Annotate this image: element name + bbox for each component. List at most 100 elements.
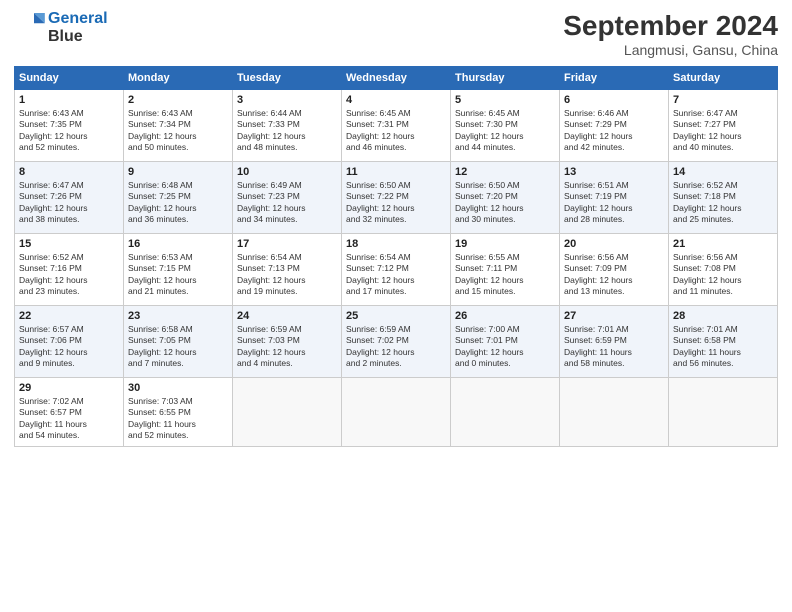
day-info: Sunrise: 6:48 AMSunset: 7:25 PMDaylight:… (128, 180, 228, 226)
calendar-week-row: 1 Sunrise: 6:43 AMSunset: 7:35 PMDaylight… (15, 90, 778, 162)
day-number: 3 (237, 94, 337, 106)
logo-line1: General (48, 10, 108, 28)
col-monday: Monday (124, 67, 233, 90)
table-row: 25 Sunrise: 6:59 AMSunset: 7:02 PMDayligh… (342, 306, 451, 378)
table-row (560, 378, 669, 447)
table-row: 5 Sunrise: 6:45 AMSunset: 7:30 PMDaylight… (451, 90, 560, 162)
location: Langmusi, Gansu, China (563, 42, 778, 58)
table-row: 26Sunrise: 7:00 AMSunset: 7:01 PMDayligh… (451, 306, 560, 378)
calendar-week-row: 15 Sunrise: 6:52 AMSunset: 7:16 PMDayligh… (15, 234, 778, 306)
table-row: 22 Sunrise: 6:57 AMSunset: 7:06 PMDayligh… (15, 306, 124, 378)
table-row (669, 378, 778, 447)
day-number: 11 (346, 166, 446, 178)
day-info: Sunrise: 6:54 AMSunset: 7:13 PMDaylight:… (237, 252, 337, 298)
logo: General Blue (14, 10, 108, 45)
table-row: 14Sunrise: 6:52 AMSunset: 7:18 PMDayligh… (669, 162, 778, 234)
calendar-week-row: 8 Sunrise: 6:47 AMSunset: 7:26 PMDaylight… (15, 162, 778, 234)
table-row (233, 378, 342, 447)
day-number: 1 (19, 94, 119, 106)
day-info: Sunrise: 6:43 AMSunset: 7:35 PMDaylight:… (19, 108, 119, 154)
day-info: Sunrise: 6:55 AMSunset: 7:11 PMDaylight:… (455, 252, 555, 298)
month-title: September 2024 (563, 10, 778, 42)
col-sunday: Sunday (15, 67, 124, 90)
day-info: Sunrise: 6:45 AMSunset: 7:31 PMDaylight:… (346, 108, 446, 154)
table-row: 17 Sunrise: 6:54 AMSunset: 7:13 PMDayligh… (233, 234, 342, 306)
table-row: 27Sunrise: 7:01 AMSunset: 6:59 PMDayligh… (560, 306, 669, 378)
day-info: Sunrise: 7:01 AMSunset: 6:58 PMDaylight:… (673, 324, 773, 370)
logo-icon (16, 10, 46, 40)
table-row: 4 Sunrise: 6:45 AMSunset: 7:31 PMDaylight… (342, 90, 451, 162)
day-number: 22 (19, 310, 119, 322)
table-row: 15 Sunrise: 6:52 AMSunset: 7:16 PMDayligh… (15, 234, 124, 306)
day-info: Sunrise: 6:50 AMSunset: 7:20 PMDaylight:… (455, 180, 555, 226)
day-info: Sunrise: 6:56 AMSunset: 7:09 PMDaylight:… (564, 252, 664, 298)
day-number: 21 (673, 238, 773, 250)
day-info: Sunrise: 6:49 AMSunset: 7:23 PMDaylight:… (237, 180, 337, 226)
day-info: Sunrise: 6:50 AMSunset: 7:22 PMDaylight:… (346, 180, 446, 226)
day-number: 8 (19, 166, 119, 178)
day-info: Sunrise: 6:47 AMSunset: 7:26 PMDaylight:… (19, 180, 119, 226)
day-number: 17 (237, 238, 337, 250)
col-saturday: Saturday (669, 67, 778, 90)
page-header: General Blue September 2024 Langmusi, Ga… (14, 10, 778, 58)
title-block: September 2024 Langmusi, Gansu, China (563, 10, 778, 58)
day-number: 28 (673, 310, 773, 322)
day-number: 26 (455, 310, 555, 322)
day-info: Sunrise: 6:54 AMSunset: 7:12 PMDaylight:… (346, 252, 446, 298)
day-info: Sunrise: 6:57 AMSunset: 7:06 PMDaylight:… (19, 324, 119, 370)
header-row: Sunday Monday Tuesday Wednesday Thursday… (15, 67, 778, 90)
col-thursday: Thursday (451, 67, 560, 90)
table-row: 16 Sunrise: 6:53 AMSunset: 7:15 PMDayligh… (124, 234, 233, 306)
table-row: 8 Sunrise: 6:47 AMSunset: 7:26 PMDaylight… (15, 162, 124, 234)
day-number: 15 (19, 238, 119, 250)
table-row: 29 Sunrise: 7:02 AMSunset: 6:57 PMDayligh… (15, 378, 124, 447)
day-number: 10 (237, 166, 337, 178)
day-number: 18 (346, 238, 446, 250)
calendar-table: Sunday Monday Tuesday Wednesday Thursday… (14, 66, 778, 447)
day-number: 5 (455, 94, 555, 106)
main-container: General Blue September 2024 Langmusi, Ga… (0, 0, 792, 457)
day-info: Sunrise: 6:59 AMSunset: 7:02 PMDaylight:… (346, 324, 446, 370)
day-info: Sunrise: 6:46 AMSunset: 7:29 PMDaylight:… (564, 108, 664, 154)
day-number: 23 (128, 310, 228, 322)
col-friday: Friday (560, 67, 669, 90)
table-row (451, 378, 560, 447)
day-info: Sunrise: 7:02 AMSunset: 6:57 PMDaylight:… (19, 396, 119, 442)
day-info: Sunrise: 6:52 AMSunset: 7:18 PMDaylight:… (673, 180, 773, 226)
day-info: Sunrise: 6:53 AMSunset: 7:15 PMDaylight:… (128, 252, 228, 298)
table-row: 11 Sunrise: 6:50 AMSunset: 7:22 PMDayligh… (342, 162, 451, 234)
table-row: 24 Sunrise: 6:59 AMSunset: 7:03 PMDayligh… (233, 306, 342, 378)
day-number: 19 (455, 238, 555, 250)
day-number: 6 (564, 94, 664, 106)
day-number: 24 (237, 310, 337, 322)
table-row: 2 Sunrise: 6:43 AMSunset: 7:34 PMDaylight… (124, 90, 233, 162)
day-number: 9 (128, 166, 228, 178)
table-row: 10 Sunrise: 6:49 AMSunset: 7:23 PMDayligh… (233, 162, 342, 234)
table-row: 1 Sunrise: 6:43 AMSunset: 7:35 PMDaylight… (15, 90, 124, 162)
day-info: Sunrise: 6:58 AMSunset: 7:05 PMDaylight:… (128, 324, 228, 370)
day-info: Sunrise: 6:51 AMSunset: 7:19 PMDaylight:… (564, 180, 664, 226)
table-row: 19 Sunrise: 6:55 AMSunset: 7:11 PMDayligh… (451, 234, 560, 306)
day-number: 29 (19, 382, 119, 394)
table-row: 3Sunrise: 6:44 AMSunset: 7:33 PMDaylight… (233, 90, 342, 162)
table-row: 28 Sunrise: 7:01 AMSunset: 6:58 PMDayligh… (669, 306, 778, 378)
day-number: 16 (128, 238, 228, 250)
day-number: 4 (346, 94, 446, 106)
day-info: Sunrise: 6:52 AMSunset: 7:16 PMDaylight:… (19, 252, 119, 298)
table-row: 20Sunrise: 6:56 AMSunset: 7:09 PMDayligh… (560, 234, 669, 306)
table-row: 9 Sunrise: 6:48 AMSunset: 7:25 PMDaylight… (124, 162, 233, 234)
calendar-week-row: 22 Sunrise: 6:57 AMSunset: 7:06 PMDayligh… (15, 306, 778, 378)
table-row: 13Sunrise: 6:51 AMSunset: 7:19 PMDayligh… (560, 162, 669, 234)
day-info: Sunrise: 7:01 AMSunset: 6:59 PMDaylight:… (564, 324, 664, 370)
day-info: Sunrise: 6:43 AMSunset: 7:34 PMDaylight:… (128, 108, 228, 154)
day-info: Sunrise: 6:59 AMSunset: 7:03 PMDaylight:… (237, 324, 337, 370)
day-info: Sunrise: 7:03 AMSunset: 6:55 PMDaylight:… (128, 396, 228, 442)
table-row: 12Sunrise: 6:50 AMSunset: 7:20 PMDayligh… (451, 162, 560, 234)
table-row: 7Sunrise: 6:47 AMSunset: 7:27 PMDaylight… (669, 90, 778, 162)
day-info: Sunrise: 6:45 AMSunset: 7:30 PMDaylight:… (455, 108, 555, 154)
table-row: 21Sunrise: 6:56 AMSunset: 7:08 PMDayligh… (669, 234, 778, 306)
day-number: 30 (128, 382, 228, 394)
day-number: 25 (346, 310, 446, 322)
day-number: 2 (128, 94, 228, 106)
day-info: Sunrise: 6:47 AMSunset: 7:27 PMDaylight:… (673, 108, 773, 154)
